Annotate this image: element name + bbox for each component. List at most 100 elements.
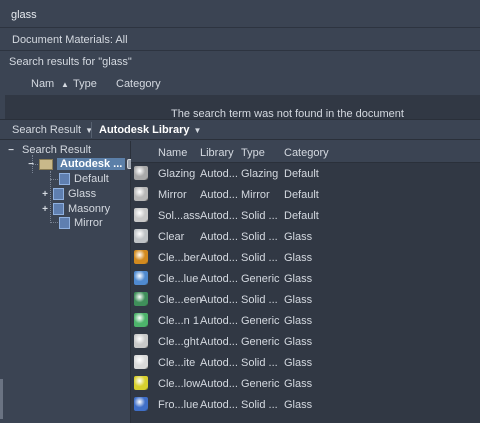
toolbar-divider — [91, 122, 92, 138]
material-swatch-icon — [134, 397, 148, 411]
search-results-heading: Search results for "glass" — [0, 50, 480, 72]
tree-node-masonry[interactable]: + Masonry — [40, 202, 110, 216]
document-materials-filter[interactable]: Document Materials: All — [0, 28, 480, 50]
search-input[interactable] — [7, 6, 467, 24]
material-category: Glass — [284, 252, 313, 264]
material-category: Glass — [284, 378, 313, 390]
material-name: Cle...ite — [158, 357, 196, 369]
material-category: Glass — [284, 336, 313, 348]
material-type: Generic — [241, 378, 280, 390]
material-library: Autod... — [200, 168, 238, 180]
material-type: Solid ... — [241, 210, 278, 222]
collapse-icon[interactable]: − — [26, 159, 36, 170]
library-toolbar: Search Result ▼ Autodesk Library ▼ — [0, 119, 480, 140]
material-swatch-icon — [134, 355, 148, 369]
category-icon — [53, 203, 64, 215]
material-name: Cle...ber — [158, 252, 200, 264]
material-library: Autod... — [200, 210, 238, 222]
category-icon — [53, 188, 64, 200]
material-row[interactable]: Cle...ite Autod... Solid ... Glass — [131, 352, 480, 373]
tree-node-label: Masonry — [68, 203, 111, 215]
material-category: Default — [284, 189, 319, 201]
material-row[interactable]: Cle...low Autod... Generic Glass — [131, 373, 480, 394]
material-category: Default — [284, 210, 319, 222]
column-header-library[interactable]: Library — [200, 147, 234, 159]
column-header-type[interactable]: Type — [241, 147, 265, 159]
material-swatch-icon — [134, 208, 148, 222]
material-category: Glass — [284, 315, 313, 327]
material-row[interactable]: Clear Autod... Solid ... Glass — [131, 226, 480, 247]
search-result-dropdown[interactable]: Search Result ▼ — [12, 122, 93, 138]
material-name: Cle...lue — [158, 273, 199, 285]
materials-list-header: Name Library Type Category — [131, 141, 480, 163]
material-library: Autod... — [200, 378, 238, 390]
material-swatch-icon — [134, 229, 148, 243]
material-type: Mirror — [241, 189, 270, 201]
material-library: Autod... — [200, 294, 238, 306]
tree-node-label: Search Result — [22, 144, 92, 156]
material-swatch-icon — [134, 250, 148, 264]
material-swatch-icon — [134, 376, 148, 390]
material-row[interactable]: Cle...lue Autod... Generic Glass — [131, 268, 480, 289]
material-library: Autod... — [200, 357, 238, 369]
material-type: Generic — [241, 336, 280, 348]
material-type: Glazing — [241, 168, 279, 180]
material-category: Glass — [284, 231, 313, 243]
material-type: Generic — [241, 273, 280, 285]
material-row[interactable]: Sol...ass Autod... Solid ... Default — [131, 205, 480, 226]
tree-scrollbar[interactable] — [0, 379, 3, 419]
material-row[interactable]: Fro...lue Autod... Solid ... Glass — [131, 394, 480, 415]
tree-node-autodesk-library[interactable]: − Autodesk ... — [26, 157, 137, 171]
sort-ascending-icon: ▲ — [61, 80, 69, 89]
expand-icon[interactable]: + — [40, 204, 50, 215]
search-results-label: Search results for "glass" — [9, 56, 132, 68]
material-row[interactable]: Cle...een Autod... Solid ... Glass — [131, 289, 480, 310]
material-type: Generic — [241, 315, 280, 327]
material-category: Glass — [284, 399, 313, 411]
material-category: Default — [284, 168, 319, 180]
material-type: Solid ... — [241, 399, 278, 411]
material-name: Cle...low — [158, 378, 201, 390]
material-name: Cle...n 1 — [158, 315, 199, 327]
column-header-type[interactable]: Type — [73, 78, 97, 90]
material-library: Autod... — [200, 399, 238, 411]
material-row[interactable]: Cle...n 1 Autod... Generic Glass — [131, 310, 480, 331]
material-type: Solid ... — [241, 231, 278, 243]
document-results-body: The search term was not found in the doc… — [5, 95, 480, 119]
material-library: Autod... — [200, 336, 238, 348]
material-swatch-icon — [134, 271, 148, 285]
material-row[interactable]: Cle...ber Autod... Solid ... Glass — [131, 247, 480, 268]
column-header-name[interactable]: Name — [158, 147, 187, 159]
materials-list: Name Library Type Category Glazing Autod.… — [131, 141, 480, 423]
material-category: Glass — [284, 357, 313, 369]
collapse-icon[interactable]: − — [6, 145, 16, 156]
material-type: Solid ... — [241, 252, 278, 264]
document-materials-label: Document Materials: All — [12, 34, 128, 46]
tree-node-glass[interactable]: + Glass — [40, 187, 96, 201]
column-header-name[interactable]: Nam — [31, 78, 54, 90]
autodesk-library-label: Autodesk Library — [99, 124, 190, 136]
material-name: Glazing — [158, 168, 196, 180]
column-header-category[interactable]: Category — [116, 78, 161, 90]
material-name: Cle...ght — [158, 336, 199, 348]
tree-node-default[interactable]: Default — [56, 172, 109, 186]
library-tree: − Search Result − Autodesk ... Default +… — [0, 141, 137, 423]
material-library: Autod... — [200, 189, 238, 201]
material-type: Solid ... — [241, 357, 278, 369]
material-row[interactable]: Cle...ght Autod... Generic Glass — [131, 331, 480, 352]
material-category: Glass — [284, 294, 313, 306]
autodesk-library-dropdown[interactable]: Autodesk Library ▼ — [99, 122, 201, 138]
material-row[interactable]: Mirror Autod... Mirror Default — [131, 184, 480, 205]
material-library: Autod... — [200, 252, 238, 264]
tree-node-search-result[interactable]: − Search Result — [6, 143, 91, 157]
material-swatch-icon — [134, 187, 148, 201]
material-row[interactable]: Glazing Autod... Glazing Default — [131, 163, 480, 184]
category-icon — [59, 217, 70, 229]
material-swatch-icon — [134, 292, 148, 306]
tree-node-mirror[interactable]: Mirror — [56, 216, 103, 230]
column-header-category[interactable]: Category — [284, 147, 329, 159]
material-name: Mirror — [158, 189, 187, 201]
no-results-message: The search term was not found in the doc… — [171, 108, 404, 119]
tree-node-label: Glass — [68, 188, 97, 200]
expand-icon[interactable]: + — [40, 189, 50, 200]
